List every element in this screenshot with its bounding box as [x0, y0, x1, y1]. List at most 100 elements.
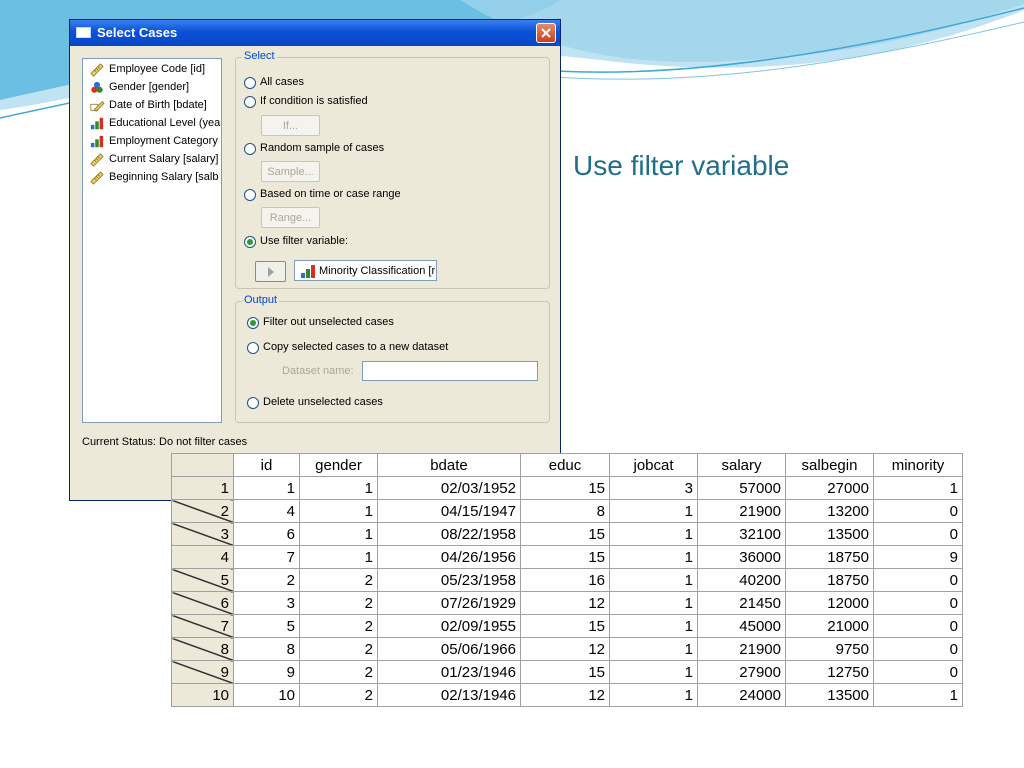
cell-salbegin[interactable]: 13500 [785, 683, 874, 707]
radio-copy-dataset[interactable] [247, 342, 259, 354]
cell-bdate[interactable]: 04/26/1956 [377, 545, 521, 569]
cell-gender[interactable]: 2 [299, 660, 378, 684]
cell-educ[interactable]: 15 [520, 614, 610, 638]
row-number-filtered[interactable]: 9 [171, 660, 234, 684]
cell-jobcat[interactable]: 1 [609, 660, 698, 684]
dialog-titlebar[interactable]: Select Cases [70, 20, 560, 46]
cell-jobcat[interactable]: 3 [609, 476, 698, 500]
cell-salbegin[interactable]: 9750 [785, 637, 874, 661]
range-button[interactable]: Range... [261, 207, 320, 228]
variable-list[interactable]: Employee Code [id] Gender [gender] Date of… [82, 58, 222, 423]
cell-educ[interactable]: 12 [520, 637, 610, 661]
row-number-filtered[interactable]: 6 [171, 591, 234, 615]
cell-gender[interactable]: 1 [299, 522, 378, 546]
cell-salary[interactable]: 36000 [697, 545, 786, 569]
cell-jobcat[interactable]: 1 [609, 637, 698, 661]
cell-id[interactable]: 9 [233, 660, 300, 684]
cell-id[interactable]: 5 [233, 614, 300, 638]
cell-id[interactable]: 10 [233, 683, 300, 707]
cell-jobcat[interactable]: 1 [609, 591, 698, 615]
cell-id[interactable]: 1 [233, 476, 300, 500]
cell-id[interactable]: 8 [233, 637, 300, 661]
column-header-gender[interactable]: gender [299, 453, 378, 477]
column-header-id[interactable]: id [233, 453, 300, 477]
row-number[interactable]: 4 [171, 545, 234, 569]
row-number-filtered[interactable]: 5 [171, 568, 234, 592]
cell-bdate[interactable]: 01/23/1946 [377, 660, 521, 684]
cell-salary[interactable]: 21450 [697, 591, 786, 615]
cell-gender[interactable]: 2 [299, 683, 378, 707]
row-number-filtered[interactable]: 2 [171, 499, 234, 523]
cell-bdate[interactable]: 07/26/1929 [377, 591, 521, 615]
radio-all-cases[interactable] [244, 77, 256, 89]
cell-jobcat[interactable]: 1 [609, 683, 698, 707]
cell-gender[interactable]: 1 [299, 476, 378, 500]
variable-list-item[interactable]: Date of Birth [bdate] [89, 98, 221, 114]
cell-bdate[interactable]: 05/06/1966 [377, 637, 521, 661]
cell-salary[interactable]: 27900 [697, 660, 786, 684]
cell-salary[interactable]: 32100 [697, 522, 786, 546]
cell-gender[interactable]: 2 [299, 568, 378, 592]
row-number[interactable]: 1 [171, 476, 234, 500]
row-number[interactable]: 10 [171, 683, 234, 707]
cell-educ[interactable]: 8 [520, 499, 610, 523]
cell-minority[interactable]: 0 [873, 614, 963, 638]
cell-salbegin[interactable]: 12750 [785, 660, 874, 684]
cell-minority[interactable]: 0 [873, 522, 963, 546]
cell-salbegin[interactable]: 13500 [785, 522, 874, 546]
cell-gender[interactable]: 2 [299, 614, 378, 638]
cell-jobcat[interactable]: 1 [609, 499, 698, 523]
column-header-jobcat[interactable]: jobcat [609, 453, 698, 477]
row-number-filtered[interactable]: 3 [171, 522, 234, 546]
cell-id[interactable]: 7 [233, 545, 300, 569]
cell-bdate[interactable]: 05/23/1958 [377, 568, 521, 592]
dataset-name-input[interactable] [362, 361, 538, 381]
radio-time-range[interactable] [244, 189, 256, 201]
cell-jobcat[interactable]: 1 [609, 522, 698, 546]
column-header-minority[interactable]: minority [873, 453, 963, 477]
cell-id[interactable]: 3 [233, 591, 300, 615]
cell-gender[interactable]: 1 [299, 545, 378, 569]
cell-educ[interactable]: 12 [520, 591, 610, 615]
cell-educ[interactable]: 15 [520, 660, 610, 684]
cell-gender[interactable]: 2 [299, 591, 378, 615]
if-button[interactable]: If... [261, 115, 320, 136]
cell-bdate[interactable]: 02/03/1952 [377, 476, 521, 500]
cell-salbegin[interactable]: 12000 [785, 591, 874, 615]
cell-minority[interactable]: 0 [873, 660, 963, 684]
cell-bdate[interactable]: 02/13/1946 [377, 683, 521, 707]
cell-minority[interactable]: 1 [873, 683, 963, 707]
sample-button[interactable]: Sample... [261, 161, 320, 182]
column-header-salary[interactable]: salary [697, 453, 786, 477]
filter-variable-field[interactable]: Minority Classification [r [294, 260, 437, 281]
cell-salary[interactable]: 24000 [697, 683, 786, 707]
cell-bdate[interactable]: 08/22/1958 [377, 522, 521, 546]
cell-salbegin[interactable]: 18750 [785, 545, 874, 569]
cell-gender[interactable]: 1 [299, 499, 378, 523]
close-button[interactable] [536, 23, 556, 43]
radio-random-sample[interactable] [244, 143, 256, 155]
row-number-filtered[interactable]: 7 [171, 614, 234, 638]
cell-jobcat[interactable]: 1 [609, 568, 698, 592]
cell-gender[interactable]: 2 [299, 637, 378, 661]
row-number-filtered[interactable]: 8 [171, 637, 234, 661]
cell-educ[interactable]: 15 [520, 476, 610, 500]
cell-minority[interactable]: 9 [873, 545, 963, 569]
cell-jobcat[interactable]: 1 [609, 545, 698, 569]
cell-educ[interactable]: 12 [520, 683, 610, 707]
cell-salbegin[interactable]: 21000 [785, 614, 874, 638]
radio-delete-unselected[interactable] [247, 397, 259, 409]
cell-salary[interactable]: 45000 [697, 614, 786, 638]
variable-list-item[interactable]: Employee Code [id] [89, 62, 221, 78]
column-header-bdate[interactable]: bdate [377, 453, 521, 477]
column-header-salbegin[interactable]: salbegin [785, 453, 874, 477]
cell-jobcat[interactable]: 1 [609, 614, 698, 638]
cell-salbegin[interactable]: 18750 [785, 568, 874, 592]
cell-bdate[interactable]: 02/09/1955 [377, 614, 521, 638]
radio-if-condition[interactable] [244, 96, 256, 108]
radio-filter-out[interactable] [247, 317, 259, 329]
move-variable-button[interactable] [255, 261, 286, 282]
cell-id[interactable]: 4 [233, 499, 300, 523]
cell-salbegin[interactable]: 27000 [785, 476, 874, 500]
cell-minority[interactable]: 0 [873, 637, 963, 661]
